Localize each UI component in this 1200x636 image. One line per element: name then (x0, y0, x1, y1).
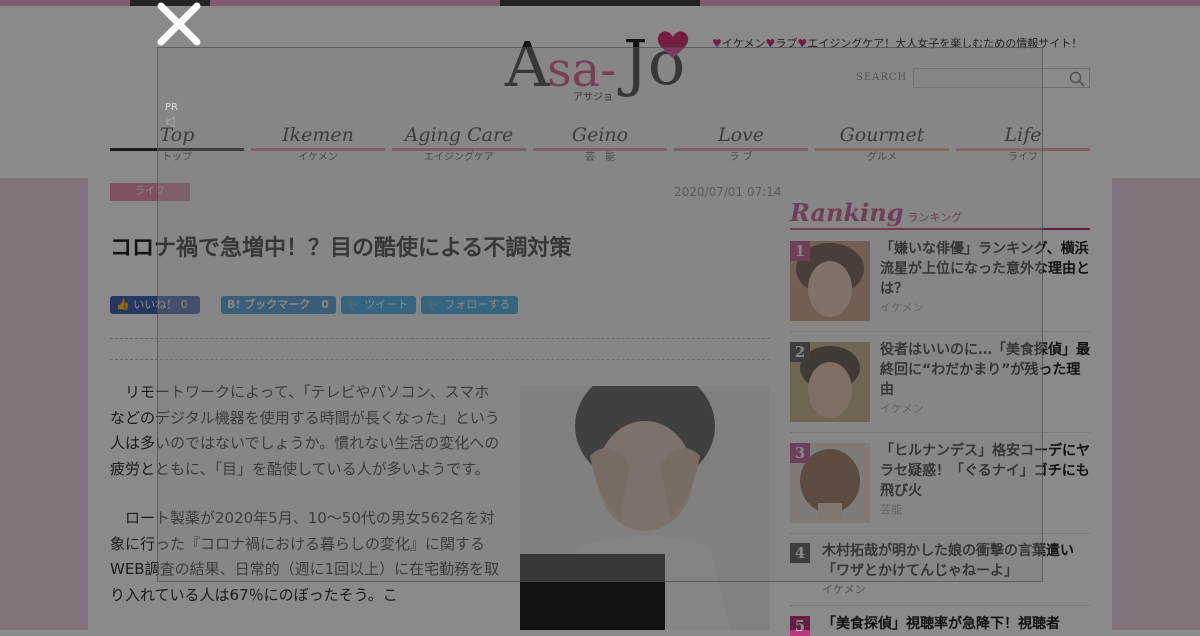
ad-frame[interactable] (157, 47, 1043, 582)
pr-label: PR (165, 102, 178, 113)
speaker-icon[interactable] (166, 116, 180, 128)
close-x-icon[interactable] (155, 0, 203, 48)
